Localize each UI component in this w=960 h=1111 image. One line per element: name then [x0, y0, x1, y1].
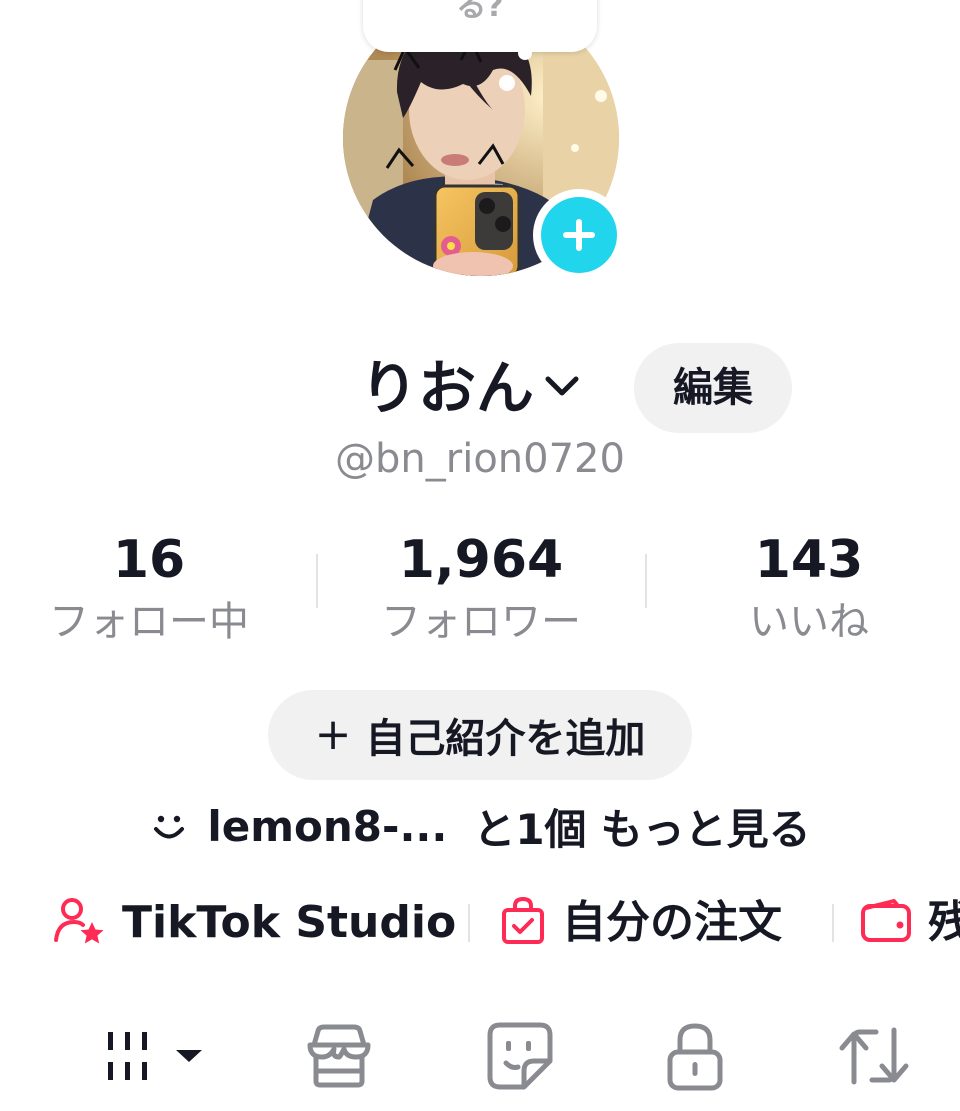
quick-action-divider — [832, 904, 834, 942]
wallet-icon — [860, 898, 912, 948]
person-star-icon — [52, 896, 106, 950]
my-orders-button[interactable]: 自分の注文 — [500, 890, 782, 956]
stat-divider — [645, 554, 647, 608]
shopping-bag-icon — [500, 896, 546, 950]
stat-following[interactable]: 16 フォロー中 — [20, 528, 278, 648]
stat-value: 143 — [754, 530, 864, 590]
chevron-down-icon[interactable] — [542, 373, 582, 405]
profile-links[interactable]: lemon8-... と1個 もっと見る — [0, 796, 960, 856]
tab-shop[interactable] — [304, 1018, 374, 1098]
username: @bn_rion0720 — [335, 436, 625, 482]
stat-label: いいね — [749, 599, 869, 645]
tiktok-studio-button[interactable]: TikTok Studio — [52, 890, 456, 956]
add-bio-label: 自己紹介を追加 — [365, 716, 646, 762]
stat-value: 16 — [112, 530, 186, 590]
grid-icon — [106, 1022, 206, 1094]
shop-icon — [304, 1021, 374, 1095]
link-count: と1個 — [473, 804, 587, 854]
quick-action-label: 自分の注文 — [562, 897, 782, 948]
plus-icon — [541, 197, 617, 273]
sticker-icon — [486, 1021, 554, 1095]
stat-label: フォロー中 — [49, 599, 249, 645]
add-bio-button[interactable]: + 自己紹介を追加 — [268, 690, 692, 780]
smile-icon — [149, 806, 189, 846]
repost-icon — [838, 1020, 910, 1096]
stat-label: フォロワー — [381, 599, 581, 645]
quick-action-label: 残 — [928, 897, 960, 948]
stat-value: 1,964 — [398, 530, 564, 590]
profile-stats: 16 フォロー中 1,964 フォロワー 143 いいね — [0, 528, 960, 648]
bubble-tail-dot — [518, 46, 532, 60]
balance-button[interactable]: 残 — [860, 890, 960, 956]
tab-stickers[interactable] — [486, 1018, 554, 1098]
quick-action-divider — [468, 904, 470, 942]
lock-icon — [664, 1020, 726, 1096]
edit-profile-button[interactable]: 編集 — [634, 343, 792, 433]
stat-followers[interactable]: 1,964 フォロワー — [334, 528, 628, 648]
display-name[interactable]: りおん — [360, 353, 534, 423]
bubble-tail-dot — [499, 75, 515, 91]
link-text[interactable]: lemon8-... — [207, 802, 447, 851]
stat-divider — [316, 554, 318, 608]
plus-icon: + — [314, 709, 352, 760]
profile-name-row: りおん 編集 — [0, 343, 960, 433]
profile-note-text: る? — [456, 0, 504, 24]
add-avatar-button[interactable] — [533, 189, 625, 281]
see-more-link[interactable]: もっと見る — [601, 796, 811, 857]
tab-videos[interactable] — [106, 1018, 206, 1098]
tab-reposts[interactable] — [838, 1018, 910, 1098]
stat-likes[interactable]: 143 いいね — [680, 528, 938, 648]
tab-private[interactable] — [664, 1018, 726, 1098]
profile-note-bubble[interactable]: る? — [363, 0, 597, 52]
quick-action-label: TikTok Studio — [122, 897, 457, 948]
profile-content-tabs — [0, 1018, 960, 1098]
